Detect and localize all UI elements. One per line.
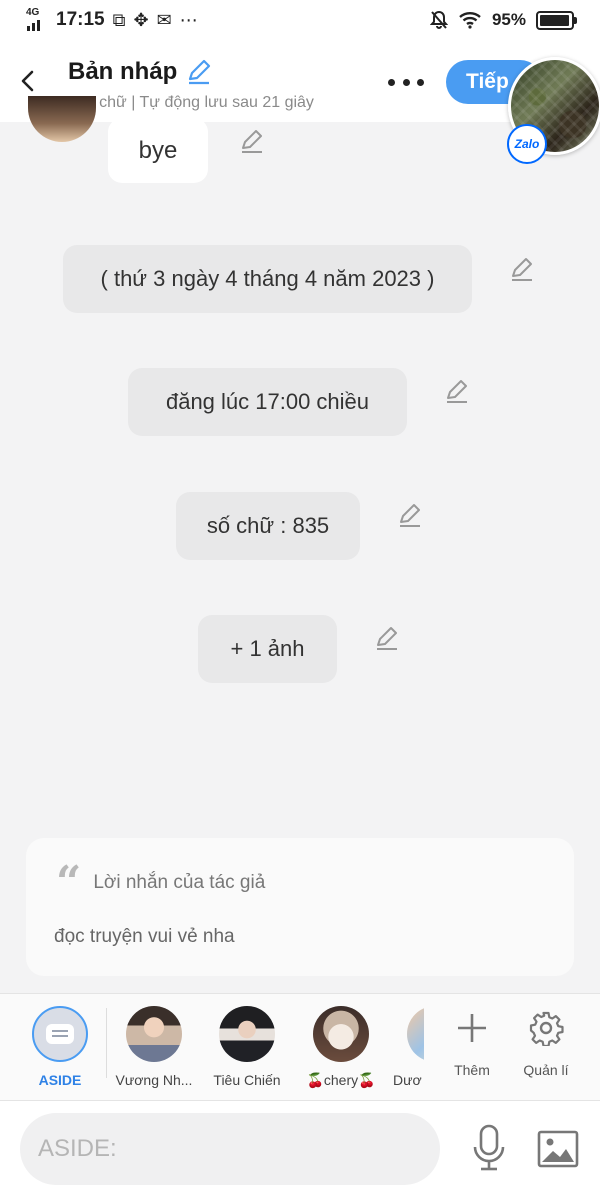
manage-button[interactable]: Quản lí bbox=[512, 994, 580, 1102]
character-name: ASIDE bbox=[38, 1072, 82, 1088]
manage-label: Quản lí bbox=[523, 1062, 569, 1078]
page-title: Bản nháp bbox=[68, 58, 178, 85]
screenshot-icon: ⧉ bbox=[112, 9, 126, 30]
quote-icon: “ bbox=[56, 857, 82, 908]
avatar bbox=[126, 1006, 182, 1062]
character-item[interactable]: Tiêu Chiến bbox=[200, 994, 294, 1102]
character-item[interactable]: 🍒chery🍒 bbox=[294, 994, 388, 1102]
avatar bbox=[313, 1006, 369, 1062]
edit-message-icon[interactable] bbox=[396, 502, 424, 530]
character-name: Dươ bbox=[393, 1072, 422, 1088]
wifi-icon bbox=[459, 12, 481, 29]
avatar[interactable] bbox=[28, 96, 96, 142]
gear-icon bbox=[529, 1011, 564, 1046]
message-bubble[interactable]: đăng lúc 17:00 chiều bbox=[128, 368, 407, 436]
message-bubble[interactable]: ( thứ 3 ngày 4 tháng 4 năm 2023 ) bbox=[63, 245, 472, 313]
more-options-icon[interactable] bbox=[388, 70, 424, 94]
add-label: Thêm bbox=[454, 1062, 490, 1078]
character-name: Tiêu Chiến bbox=[213, 1072, 281, 1088]
battery-percent: 95% bbox=[491, 10, 526, 29]
character-item[interactable]: Dươ bbox=[388, 994, 424, 1102]
network-signal-icon: 4G bbox=[26, 7, 48, 32]
character-item[interactable]: Vương Nh... bbox=[107, 994, 201, 1102]
aside-icon bbox=[32, 1006, 88, 1062]
add-character-button[interactable]: Thêm bbox=[438, 994, 506, 1102]
edit-message-icon[interactable] bbox=[238, 128, 266, 156]
mute-bell-icon bbox=[429, 10, 448, 29]
edit-message-icon[interactable] bbox=[508, 256, 536, 284]
avatar bbox=[407, 1006, 424, 1062]
character-name: Vương Nh... bbox=[115, 1072, 193, 1088]
zalo-logo-icon: Zalo bbox=[507, 124, 547, 164]
more-notifications-icon: ⋯ bbox=[179, 9, 198, 30]
plus-icon bbox=[458, 1014, 486, 1042]
author-note-body: đọc truyện vui vẻ nha bbox=[54, 926, 235, 947]
message-input[interactable] bbox=[20, 1113, 440, 1185]
battery-icon bbox=[536, 10, 577, 30]
microphone-icon[interactable] bbox=[468, 1123, 510, 1173]
character-aside[interactable]: ASIDE bbox=[13, 994, 107, 1102]
message-bubble[interactable]: số chữ : 835 bbox=[176, 492, 360, 560]
autosave-status: 835 chữ | Tự động lưu sau 21 giây bbox=[68, 94, 314, 111]
back-arrow-icon[interactable] bbox=[14, 66, 44, 96]
edit-title-icon[interactable] bbox=[185, 58, 213, 86]
author-note-title: Lời nhắn của tác giả bbox=[93, 872, 266, 893]
image-icon[interactable] bbox=[536, 1129, 580, 1169]
avatar bbox=[219, 1006, 275, 1062]
composer-bar bbox=[0, 1101, 600, 1197]
edit-message-icon[interactable] bbox=[373, 625, 401, 653]
app-notification-icon: ✥ bbox=[133, 9, 149, 30]
message-bubble[interactable]: bye bbox=[108, 118, 208, 183]
status-bar: 4G 17:15 ⧉ ✥ ✉ ⋯ 95% bbox=[0, 0, 600, 46]
mail-icon: ✉ bbox=[156, 9, 172, 30]
status-time: 17:15 bbox=[56, 9, 105, 30]
character-bar: ASIDE Vương Nh... Tiêu Chiến 🍒chery🍒 Dươ… bbox=[0, 993, 600, 1101]
character-name: 🍒chery🍒 bbox=[306, 1072, 376, 1088]
message-bubble[interactable]: + 1 ảnh bbox=[198, 615, 337, 683]
edit-message-icon[interactable] bbox=[443, 378, 471, 406]
author-note-card[interactable]: “ Lời nhắn của tác giả đọc truyện vui vẻ… bbox=[26, 838, 574, 976]
